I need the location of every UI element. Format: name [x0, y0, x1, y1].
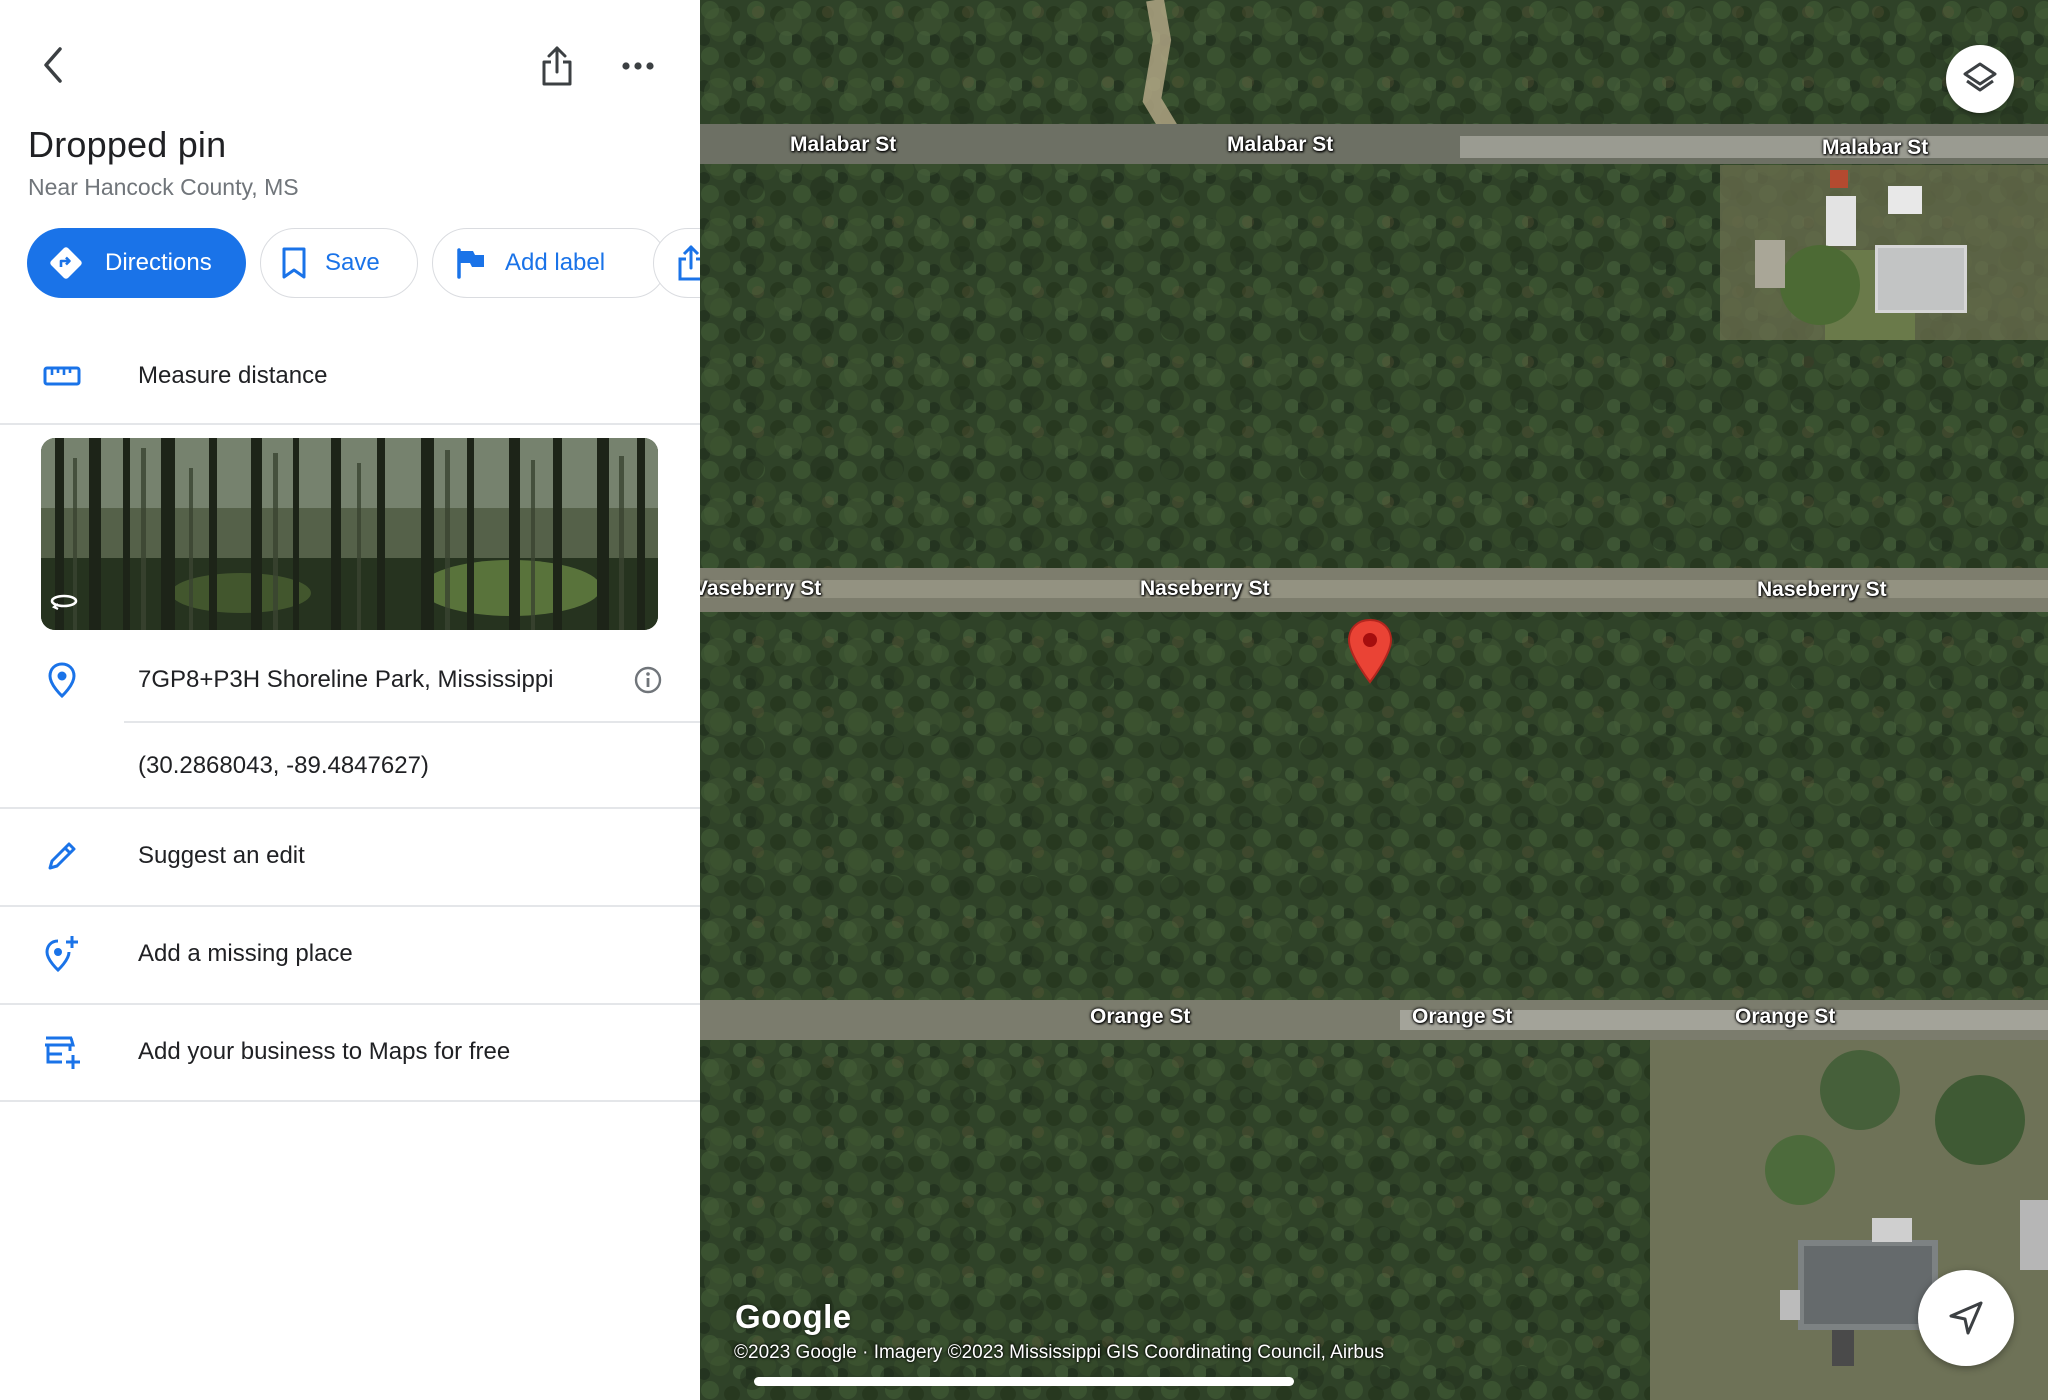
add-label-label: Add label — [505, 249, 606, 276]
map-attribution: ©2023 Google · Imagery ©2023 Mississippi… — [734, 1342, 1385, 1363]
layers-icon — [1963, 62, 1997, 92]
dropped-pin-marker[interactable] — [1346, 618, 1394, 684]
add-business-row[interactable]: Add your business to Maps for free — [0, 1014, 700, 1090]
divider — [0, 905, 700, 907]
add-missing-place-row[interactable]: Add a missing place — [0, 916, 700, 992]
directions-button[interactable]: Directions — [27, 228, 246, 298]
more-horizontal-icon — [622, 62, 654, 70]
share-button[interactable] — [532, 40, 582, 92]
add-location-icon — [38, 930, 86, 978]
suggest-edit-label: Suggest an edit — [138, 842, 305, 869]
divider — [0, 1100, 700, 1102]
measure-distance-row[interactable]: Measure distance — [0, 338, 700, 414]
chevron-left-icon — [44, 47, 62, 83]
action-chips: Directions Save Add label — [27, 228, 700, 298]
street-label-naseberry: Vaseberry St — [700, 577, 822, 600]
divider — [0, 423, 700, 425]
add-missing-place-label: Add a missing place — [138, 940, 353, 967]
forest-photo-image — [41, 438, 658, 630]
share-chip-button[interactable] — [653, 228, 700, 298]
info-icon[interactable] — [632, 664, 664, 696]
street-label-orange: Orange St — [1735, 1005, 1836, 1028]
street-label-naseberry: Naseberry St — [1757, 578, 1887, 601]
ruler-icon — [38, 352, 86, 400]
coordinates-text: (30.2868043, -89.4847627) — [138, 752, 429, 779]
directions-icon — [47, 244, 85, 282]
add-business-icon — [38, 1028, 86, 1076]
bookmark-icon — [281, 246, 307, 280]
add-business-label: Add your business to Maps for free — [138, 1038, 511, 1065]
street-label-malabar: Malabar St — [790, 133, 897, 156]
more-options-button[interactable] — [612, 40, 664, 92]
add-label-button[interactable]: Add label — [432, 228, 667, 298]
satellite-map[interactable]: Malabar St Malabar St Malabar St Vaseber… — [700, 0, 2048, 1400]
street-label-orange: Orange St — [1090, 1005, 1191, 1028]
save-button[interactable]: Save — [260, 228, 418, 298]
street-label-malabar: Malabar St — [1227, 133, 1334, 156]
plus-code-text: 7GP8+P3H Shoreline Park, Mississippi — [138, 666, 554, 693]
navigation-arrow-icon — [1949, 1301, 1983, 1335]
coordinates-row[interactable]: (30.2868043, -89.4847627) — [0, 728, 700, 804]
divider — [124, 721, 700, 723]
google-logo: Google — [735, 1298, 852, 1335]
save-label: Save — [325, 249, 380, 276]
street-view-photo[interactable] — [41, 438, 658, 630]
place-subtitle: Near Hancock County, MS — [28, 174, 299, 200]
street-label-malabar: Malabar St — [1822, 136, 1929, 159]
flag-icon — [455, 247, 487, 279]
street-label-orange: Orange St — [1412, 1005, 1513, 1028]
panorama-icon — [50, 594, 78, 610]
place-panel: Dropped pin Near Hancock County, MS Dire… — [0, 0, 700, 1400]
suggest-edit-row[interactable]: Suggest an edit — [0, 818, 700, 894]
my-location-button[interactable] — [1918, 1270, 2014, 1366]
share-icon — [676, 244, 700, 282]
pencil-icon — [38, 832, 86, 880]
divider — [0, 1003, 700, 1005]
plus-code-row[interactable]: 7GP8+P3H Shoreline Park, Mississippi — [0, 642, 700, 718]
street-label-naseberry: Naseberry St — [1140, 577, 1270, 600]
home-indicator — [754, 1377, 1294, 1386]
share-icon — [542, 46, 572, 86]
layers-button[interactable] — [1946, 45, 2014, 113]
back-button[interactable] — [28, 40, 78, 90]
place-title: Dropped pin — [28, 124, 227, 165]
satellite-imagery — [700, 0, 2048, 1400]
directions-label: Directions — [105, 249, 212, 276]
divider — [0, 807, 700, 809]
measure-distance-label: Measure distance — [138, 362, 328, 389]
location-pin-icon — [38, 656, 86, 704]
